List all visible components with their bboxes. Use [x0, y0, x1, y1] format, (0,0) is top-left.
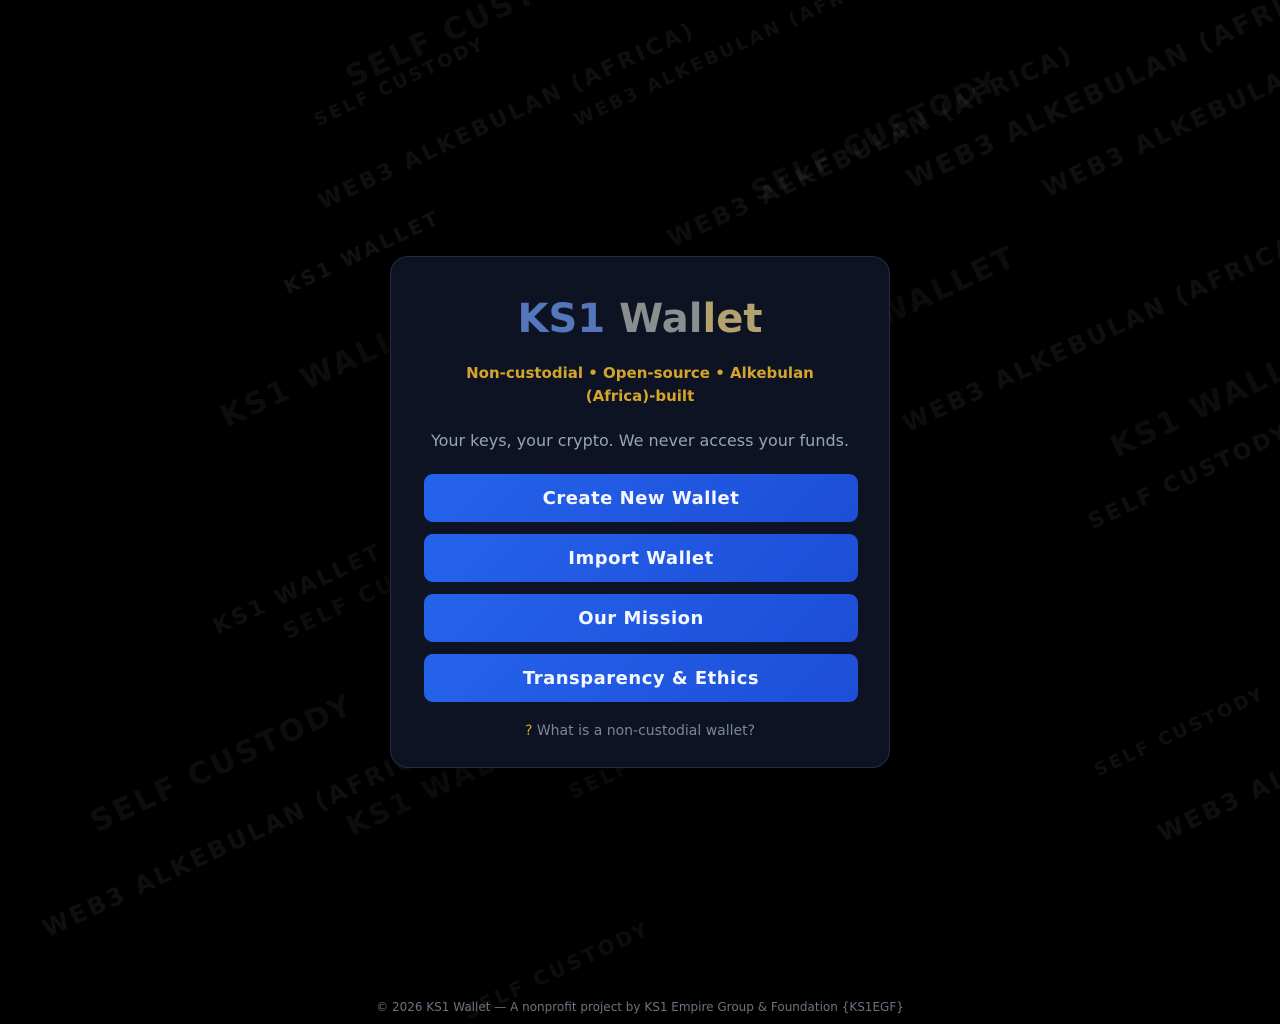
watermark-text: KS1 WALLET [1105, 331, 1280, 465]
watermark-text: WEB3 ALKEBULAN (AFRICA) [663, 39, 1079, 253]
watermark-text: SELF CUSTODY [311, 33, 489, 132]
watermark-text: SELF CUSTODY [340, 0, 615, 95]
watermark-text: WEB3 ALKEBULAN (AFRICA) [571, 0, 898, 132]
welcome-card: KS1 Wallet Non-custodial • Open-source •… [390, 256, 890, 768]
question-icon: ? [524, 723, 533, 739]
subtitle: Your keys, your crypto. We never access … [430, 431, 850, 450]
watermark-text: WEB3 ALKEBULAN (AFRICA) [38, 729, 454, 943]
watermark-text: SELF CUSTODY [1091, 683, 1269, 781]
transparency-ethics-button[interactable]: Transparency & Ethics [424, 654, 858, 702]
footer: © 2026 KS1 Wallet — A nonprofit project … [0, 998, 1280, 1016]
app-title-let: let [702, 296, 763, 342]
action-list: Create New Wallet Import Wallet Our Miss… [424, 474, 858, 702]
watermark-text: WEB3 ALKEBULAN (AFRICA) [898, 224, 1280, 438]
watermark-text: WALLET [870, 238, 1023, 335]
our-mission-button[interactable]: Our Mission [424, 594, 858, 642]
import-wallet-button[interactable]: Import Wallet [424, 534, 858, 582]
create-new-wallet-button[interactable]: Create New Wallet [424, 474, 858, 522]
footer-copyright: © 2026 KS1 Wallet — A nonprofit project … [376, 1000, 904, 1014]
watermark-text: WEB3 ALKEBULAN (AFRICA) [1038, 0, 1280, 203]
non-custodial-help-link[interactable]: What is a non-custodial wallet? [537, 723, 755, 739]
app-title-ks1: KS1 [517, 296, 606, 342]
watermark-text: SELF CUSTODY [1084, 419, 1280, 535]
watermark-text: KS1 WALLET [209, 539, 387, 640]
watermark-text: SELF CUSTODY [85, 687, 360, 840]
tagline: Non-custodial • Open-source • Alkebulan … [466, 364, 814, 405]
watermark-text: WEB3 ALKEBULAN (AFRICA) [1153, 635, 1280, 848]
app-title: KS1 Wallet [424, 293, 856, 345]
watermark-text: SELF CUSTODY [746, 64, 1005, 208]
watermark-text: WEB3 ALKEBULAN (AFRICA) [314, 17, 700, 215]
help-row: ? What is a non-custodial wallet? [424, 721, 856, 741]
page: SELF CUSTODY SELF CUSTODY WEB3 ALKEBULAN… [0, 0, 1280, 1024]
app-title-wal: Wal [619, 296, 703, 342]
watermark-text: WEB3 ALKEBULAN (AFRICA) [902, 0, 1280, 195]
